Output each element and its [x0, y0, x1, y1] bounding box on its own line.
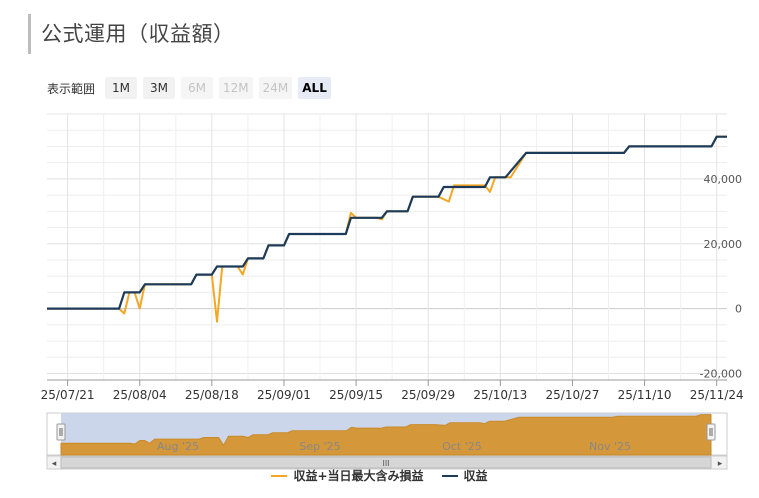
navigator-label: Nov '25 — [589, 440, 631, 453]
navigator-label: Sep '25 — [299, 440, 340, 453]
legend-label-orange: 収益+当日最大含み損益 — [293, 469, 424, 483]
legend: 収益+当日最大含み損益 収益 — [0, 467, 759, 484]
x-tick-label: 25/11/10 — [618, 388, 672, 402]
legend-swatch-orange — [271, 474, 288, 477]
chart-svg: 25/07/21 25/08/04 25/08/18 25/09/01 25/09/15… — [41, 113, 744, 470]
x-tick-label: 25/10/27 — [546, 388, 600, 402]
x-tick-label: 25/07/21 — [41, 388, 95, 402]
legend-item-navy[interactable]: 収益 — [441, 467, 488, 484]
x-tick-label: 25/09/01 — [257, 388, 311, 402]
navigator[interactable]: Aug '25 Sep '25 Oct '25 Nov '25III◂ ▸ — [46, 412, 728, 470]
x-tick-label: 25/11/24 — [690, 388, 744, 402]
navigator-handle-right[interactable] — [706, 423, 716, 441]
x-tick-label: 25/09/29 — [401, 388, 455, 402]
legend-item-orange[interactable]: 収益+当日最大含み損益 — [271, 467, 424, 484]
x-tick-label: 25/10/13 — [473, 388, 527, 402]
legend-swatch-navy — [441, 474, 458, 477]
y-tick-label: -20,000 — [700, 368, 742, 381]
x-tick-label: 25/08/18 — [185, 388, 239, 402]
x-tick-label: 25/09/15 — [329, 388, 383, 402]
series-line-orange — [47, 135, 727, 323]
legend-label-navy: 収益 — [463, 469, 488, 483]
y-tick-label: 20,000 — [704, 238, 743, 251]
navigator-handle-left[interactable] — [56, 423, 66, 441]
x-tick-label: 25/08/04 — [113, 388, 167, 402]
series-layer — [47, 135, 727, 323]
y-tick-label: 40,000 — [704, 173, 743, 186]
navigator-label: Oct '25 — [442, 440, 482, 453]
navigator-label: Aug '25 — [157, 440, 199, 453]
y-tick-label: 0 — [735, 303, 742, 316]
